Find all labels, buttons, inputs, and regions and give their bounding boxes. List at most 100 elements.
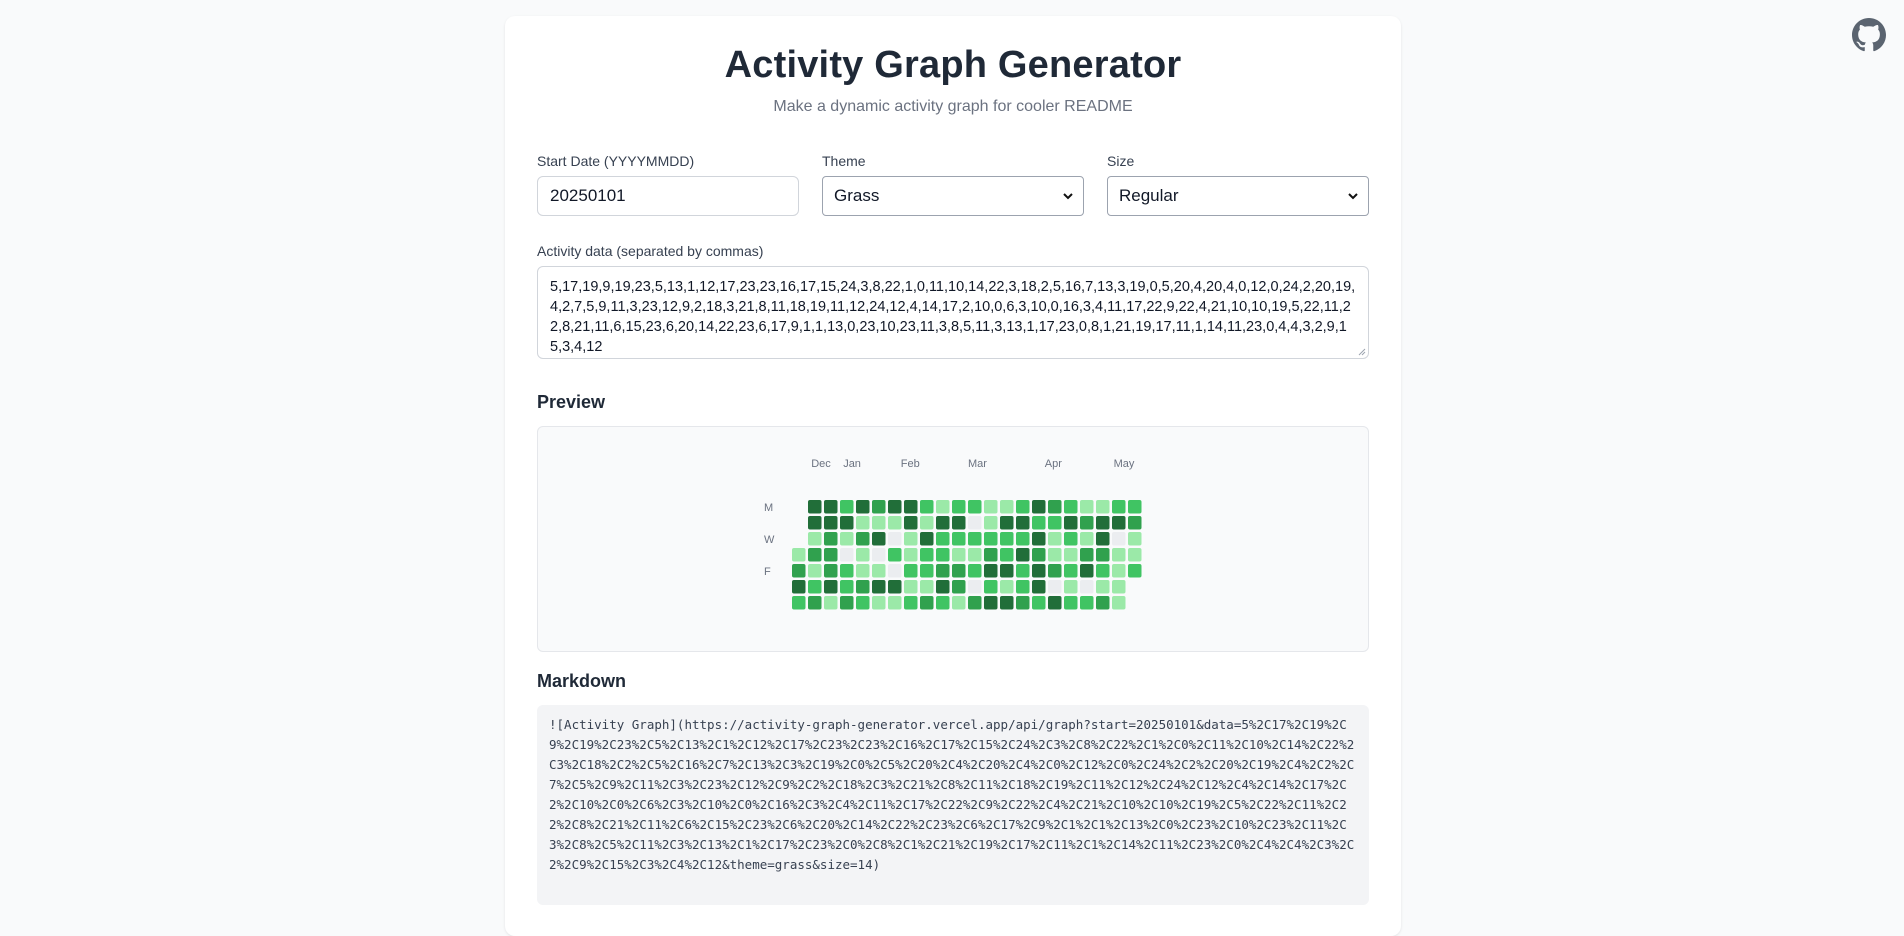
activity-cell (920, 500, 934, 514)
activity-cell (984, 500, 998, 514)
activity-graph: Dec Jan Feb Mar Apr May M W F (764, 458, 1142, 610)
activity-cell (936, 548, 950, 562)
activity-cell (1064, 500, 1078, 514)
activity-cell (1032, 564, 1046, 578)
activity-cell (1112, 580, 1126, 594)
activity-cell (1064, 596, 1078, 610)
activity-cell (888, 596, 902, 610)
activity-cell (840, 580, 854, 594)
size-select[interactable]: Regular (1107, 176, 1369, 216)
theme-select[interactable]: Grass (822, 176, 1084, 216)
activity-cell (1096, 580, 1110, 594)
activity-cell (984, 580, 998, 594)
activity-cell (1096, 564, 1110, 578)
chevron-down-icon (1063, 193, 1073, 200)
activity-cell (1032, 532, 1046, 546)
activity-cell (920, 596, 934, 610)
day-label: W (764, 534, 775, 546)
activity-cell (856, 516, 870, 530)
activity-cell (952, 580, 966, 594)
activity-cell (1048, 532, 1062, 546)
activity-cell (952, 564, 966, 578)
activity-cell (1000, 564, 1014, 578)
activity-cell (1064, 564, 1078, 578)
activity-cell (1080, 548, 1094, 562)
activity-cell (968, 580, 982, 594)
activity-cell (872, 564, 886, 578)
activity-cell (1080, 500, 1094, 514)
activity-cell (808, 516, 822, 530)
activity-cell (840, 548, 854, 562)
activity-cell (1032, 500, 1046, 514)
activity-cell (808, 500, 822, 514)
activity-cell (792, 580, 806, 594)
activity-cell (968, 500, 982, 514)
activity-cell (1016, 596, 1030, 610)
activity-cell (904, 500, 918, 514)
activity-cell (904, 532, 918, 546)
activity-cell (1128, 516, 1142, 530)
activity-cell (968, 596, 982, 610)
markdown-code-block[interactable]: ![Activity Graph](https://activity-graph… (537, 705, 1369, 905)
activity-cell (824, 516, 838, 530)
activity-cell (792, 596, 806, 610)
activity-cell (1112, 596, 1126, 610)
activity-cell (792, 564, 806, 578)
activity-cell (1032, 580, 1046, 594)
activity-cell (1048, 580, 1062, 594)
activity-cell (888, 516, 902, 530)
activity-cell (1080, 596, 1094, 610)
activity-cell (968, 532, 982, 546)
activity-cell (1000, 548, 1014, 562)
activity-cell (1128, 532, 1142, 546)
activity-data-text: 5,17,19,9,19,23,5,13,1,12,17,23,23,16,17… (550, 279, 1356, 355)
theme-selected-value: Grass (834, 186, 880, 205)
month-label: May (1114, 458, 1135, 470)
activity-cell (904, 596, 918, 610)
activity-cell (984, 596, 998, 610)
activity-cell (1080, 580, 1094, 594)
activity-cell (808, 564, 822, 578)
activity-cell (808, 596, 822, 610)
activity-data-textarea[interactable]: 5,17,19,9,19,23,5,13,1,12,17,23,23,16,17… (537, 266, 1369, 359)
activity-cell (1064, 516, 1078, 530)
activity-cell (1000, 516, 1014, 530)
activity-cell (840, 500, 854, 514)
activity-cell (952, 596, 966, 610)
activity-cell (936, 580, 950, 594)
activity-cell (1112, 516, 1126, 530)
activity-cell (1112, 564, 1126, 578)
page-subtitle: Make a dynamic activity graph for cooler… (773, 98, 1133, 115)
preview-heading: Preview (537, 392, 606, 412)
activity-cell (1000, 532, 1014, 546)
activity-cell (936, 532, 950, 546)
activity-cell (888, 500, 902, 514)
activity-cell (824, 500, 838, 514)
activity-cell (920, 564, 934, 578)
page-title: Activity Graph Generator (724, 44, 1182, 86)
activity-cell (824, 548, 838, 562)
activity-cell (1016, 500, 1030, 514)
preview-panel: Dec Jan Feb Mar Apr May M W F (537, 426, 1369, 652)
activity-cell (984, 532, 998, 546)
activity-cell (904, 564, 918, 578)
activity-cell (920, 516, 934, 530)
activity-cell (1064, 580, 1078, 594)
github-icon[interactable] (1852, 18, 1886, 52)
resize-grip-icon[interactable] (1358, 348, 1366, 356)
activity-cell (888, 580, 902, 594)
activity-cell (808, 580, 822, 594)
activity-cell (920, 548, 934, 562)
activity-cell (1080, 516, 1094, 530)
activity-cell (1096, 596, 1110, 610)
activity-cell (1016, 564, 1030, 578)
activity-cell (1112, 500, 1126, 514)
activity-cell (1048, 516, 1062, 530)
activity-cell (856, 548, 870, 562)
activity-cell (824, 532, 838, 546)
activity-data-label: Activity data (separated by commas) (537, 243, 764, 259)
day-label: M (764, 502, 773, 514)
month-label: Mar (968, 458, 987, 470)
start-date-label: Start Date (YYYYMMDD) (537, 153, 695, 169)
start-date-input[interactable]: 20250101 (537, 176, 799, 216)
